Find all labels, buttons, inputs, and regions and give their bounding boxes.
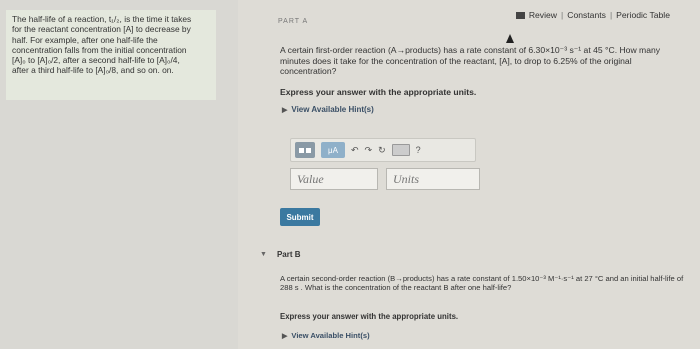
undo-icon[interactable]: ↶ xyxy=(351,142,359,158)
reset-icon[interactable]: ↻ xyxy=(378,142,386,158)
part-a-question: A certain first-order reaction (A→produc… xyxy=(280,45,661,76)
intro-line: The half-life of a reaction, t₁/₂, is th… xyxy=(12,14,192,24)
help-button[interactable]: ? xyxy=(416,142,421,158)
hints-label: View Available Hint(s) xyxy=(291,331,370,340)
intro-line: for the reactant concentration [A] to de… xyxy=(12,24,191,35)
submit-button[interactable]: Submit xyxy=(280,208,320,226)
value-input[interactable] xyxy=(290,168,378,190)
resource-links: Review | Constants | Periodic Table xyxy=(515,10,670,20)
mouse-cursor-icon xyxy=(506,34,514,43)
hints-label: View Available Hint(s) xyxy=(291,105,374,114)
answer-toolbar: μA ↶ ↷ ↻ ? xyxy=(290,138,476,162)
separator: | xyxy=(561,10,564,20)
constants-link[interactable]: Constants xyxy=(567,10,606,20)
redo-icon[interactable]: ↷ xyxy=(365,142,373,158)
part-a-instructions: Express your answer with the appropriate… xyxy=(280,87,477,97)
review-link[interactable]: Review xyxy=(529,10,557,20)
separator: | xyxy=(609,10,613,20)
problem-intro-panel: The half-life of a reaction, t₁/₂, is th… xyxy=(6,10,216,100)
units-button[interactable]: μA xyxy=(321,142,345,158)
intro-line: [A]₀ to [A]₀/2, after a second half-life… xyxy=(12,55,180,66)
answer-inputs xyxy=(290,168,480,190)
part-b-question: A certain second-order reaction (B→produ… xyxy=(280,274,684,293)
triangle-right-icon: ▶ xyxy=(282,107,288,114)
triangle-down-icon: ▼ xyxy=(260,251,267,258)
part-b-instructions: Express your answer with the appropriate… xyxy=(280,312,459,321)
question-area: Review | Constants | Periodic Table PART… xyxy=(238,0,700,349)
intro-text: The half-life of a reaction, t₁/₂, is th… xyxy=(12,14,210,76)
part-a-hints-toggle[interactable]: ▶ View Available Hint(s) xyxy=(282,105,374,114)
part-b-label: Part B xyxy=(276,250,301,259)
periodic-table-link[interactable]: Periodic Table xyxy=(616,10,670,20)
part-b-hints-toggle[interactable]: ▶ View Available Hint(s) xyxy=(282,331,370,340)
keyboard-icon[interactable] xyxy=(391,144,410,156)
triangle-right-icon: ▶ xyxy=(282,333,288,340)
review-icon xyxy=(515,11,525,19)
intro-line: half. For example, after one half-life t… xyxy=(12,34,158,45)
templates-icon[interactable] xyxy=(295,142,315,158)
part-b-header[interactable]: ▼ Part B xyxy=(260,250,301,259)
intro-line: concentration falls from the initial con… xyxy=(12,44,187,55)
part-a-header: PART A xyxy=(278,18,309,25)
intro-line: after a third half-life to [A]₀/8, and s… xyxy=(12,65,174,76)
units-input[interactable] xyxy=(386,168,480,190)
